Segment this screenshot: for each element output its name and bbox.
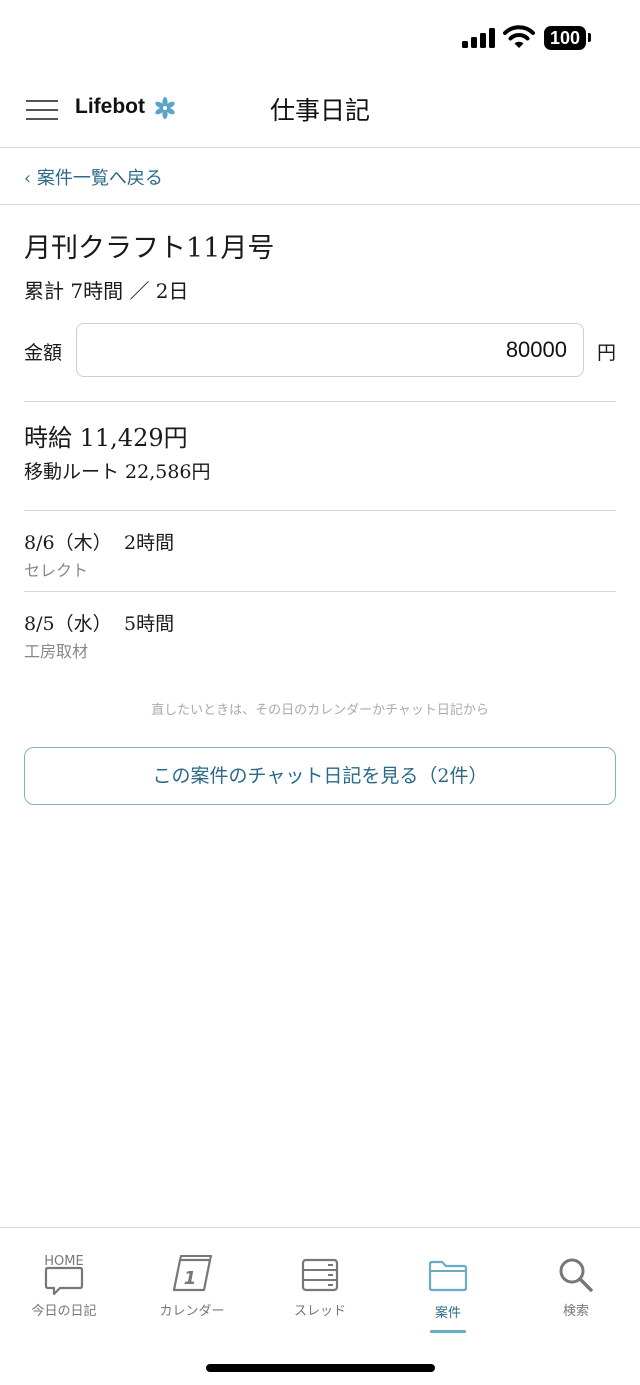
project-title: 月刊クラフト11月号 [24, 233, 275, 264]
route-cost: 移動ルート 22,586円 [24, 461, 211, 483]
entry-hours: 2時間 [124, 532, 175, 554]
active-tab-indicator [430, 1330, 466, 1333]
amount-input[interactable] [76, 323, 584, 377]
threads-icon [301, 1258, 339, 1292]
wifi-icon [503, 25, 535, 48]
amount-unit: 円 [597, 342, 617, 364]
signal-icon [462, 28, 496, 48]
entry-date: 8/6（木） [24, 532, 112, 554]
back-link-bar: ‹ 案件一覧へ戻る [0, 148, 640, 205]
folder-icon [428, 1260, 468, 1292]
tab-bar: HOME 今日の日記 1 カレンダー スレッド 案件 検索 [0, 1227, 640, 1385]
app-header: Lifebot 仕事日記 [0, 76, 640, 148]
tab-label: 今日の日記 [31, 1304, 97, 1319]
battery-icon: 100 [544, 26, 586, 50]
status-bar: 100 [0, 0, 640, 76]
list-item[interactable]: 8/6（木） 2時間 セレクト [24, 528, 616, 608]
hourly-rate: 時給 11,429円 [24, 424, 188, 452]
page-title: 仕事日記 [269, 96, 370, 125]
entry-note: 工房取材 [24, 642, 89, 661]
tab-projects[interactable]: 案件 [384, 1228, 512, 1338]
search-icon [559, 1258, 593, 1292]
entry-date: 8/5（水） [24, 613, 112, 635]
divider [24, 401, 616, 402]
divider [24, 591, 616, 592]
calendar-icon: 1 [172, 1255, 212, 1292]
tab-label: カレンダー [159, 1304, 225, 1319]
tab-calendar[interactable]: 1 カレンダー [128, 1228, 256, 1338]
home-indicator [206, 1364, 435, 1372]
battery-level: 100 [549, 28, 581, 48]
entry-hours: 5時間 [124, 613, 175, 635]
amount-label: 金額 [24, 342, 63, 364]
view-chat-diary-button[interactable]: この案件のチャット日記を見る（2件） [24, 747, 616, 805]
project-totals: 累計 7時間 ／ 2日 [24, 279, 189, 303]
edit-hint: 直したいときは、その日のカレンダーかチャット日記から [151, 703, 489, 718]
tab-today-diary[interactable]: HOME 今日の日記 [0, 1228, 128, 1338]
calendar-day: 1 [184, 1268, 197, 1289]
chat-bubble-icon [44, 1266, 84, 1296]
back-to-projects-link[interactable]: ‹ 案件一覧へ戻る [24, 164, 163, 190]
tab-label: 検索 [562, 1304, 589, 1319]
tab-label: スレッド [293, 1304, 346, 1319]
divider [24, 510, 616, 511]
entry-note: セレクト [24, 561, 89, 580]
list-item[interactable]: 8/5（水） 5時間 工房取材 [24, 609, 616, 689]
tab-search[interactable]: 検索 [512, 1228, 640, 1338]
tab-label: 案件 [434, 1306, 461, 1321]
battery-cap [588, 33, 591, 42]
tab-threads[interactable]: スレッド [256, 1228, 384, 1338]
